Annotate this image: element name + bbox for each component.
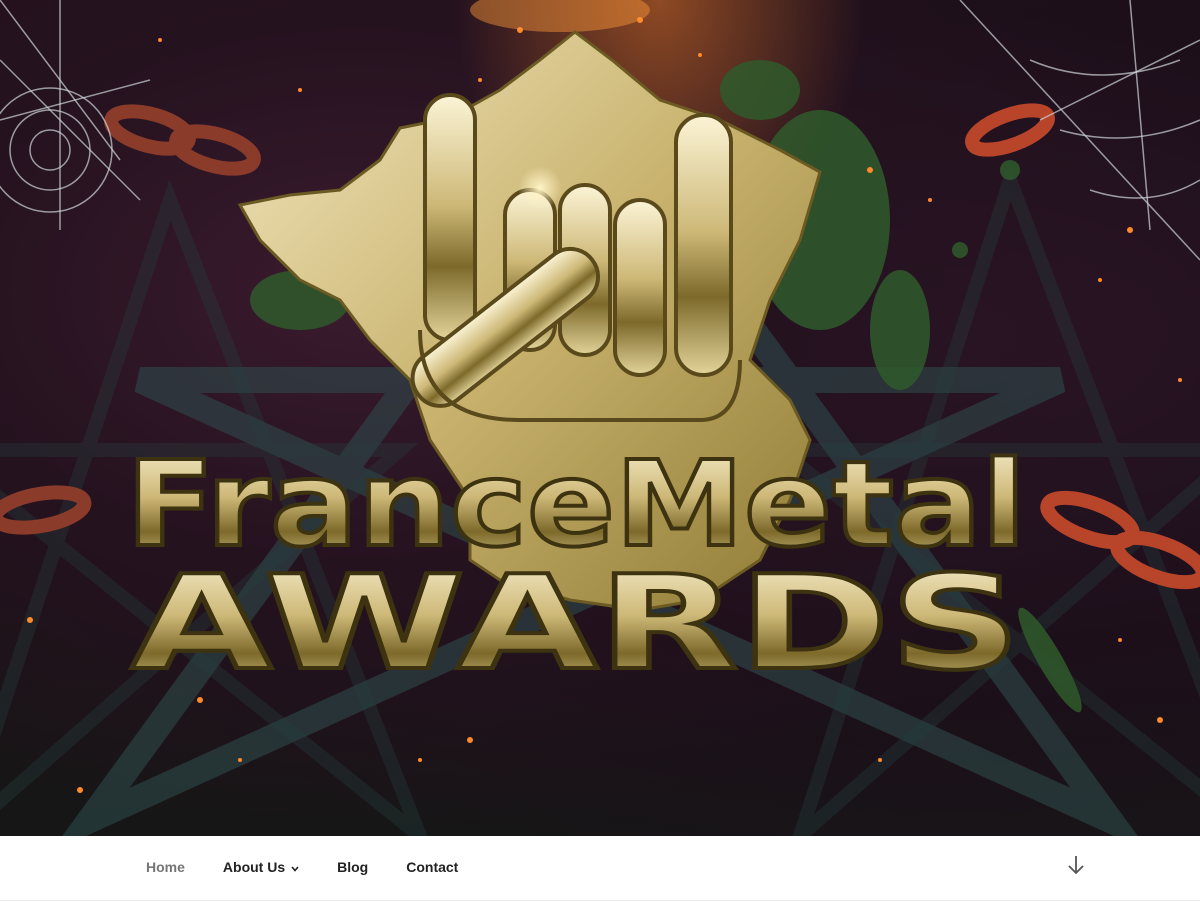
chevron-down-icon[interactable]: [291, 859, 299, 875]
main-navigation: Home About Us Blog Contact: [0, 836, 1200, 901]
menu-item-label: Blog: [337, 859, 369, 875]
menu-item-contact[interactable]: Contact: [406, 859, 458, 875]
logo-line-2: AWARDS: [131, 547, 1021, 699]
arrow-down-icon: [1068, 856, 1084, 875]
menu-item-label: About Us: [222, 859, 286, 875]
menu-item-blog[interactable]: Blog: [337, 859, 368, 875]
top-glow: [470, 0, 650, 32]
site-header-hero: FranceMetal AWARDS: [0, 0, 1200, 836]
header-background: FranceMetal AWARDS: [0, 0, 1200, 836]
menu-item-home[interactable]: Home: [146, 859, 185, 875]
logo-sparkle: [518, 166, 562, 210]
menu-list: Home About Us Blog Contact: [146, 836, 496, 898]
menu-item-about-us[interactable]: About Us: [223, 859, 299, 875]
menu-item-label: Contact: [406, 859, 459, 875]
menu-item-label: Home: [146, 859, 185, 875]
scroll-down-button[interactable]: [1066, 853, 1086, 877]
